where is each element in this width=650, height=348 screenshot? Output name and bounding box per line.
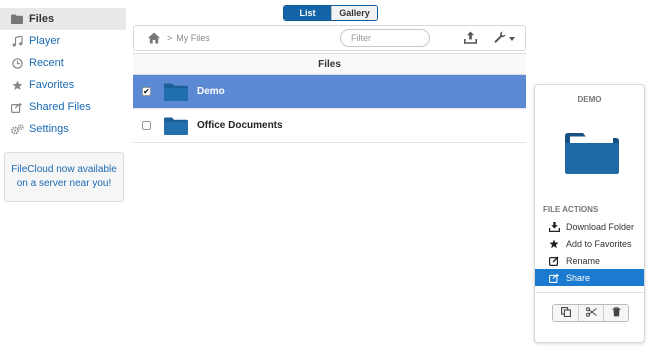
home-icon[interactable] [148,32,160,44]
toolbar: > My Files [133,25,526,51]
sidebar-item-label: Settings [29,123,69,135]
sidebar-item-settings[interactable]: Settings [0,118,126,140]
chevron-down-icon [509,32,515,44]
add-to-favorites-action[interactable]: Add to Favorites [535,235,644,252]
sidebar-item-recent[interactable]: Recent [0,52,126,74]
folder-icon [164,83,188,101]
share-icon [10,101,24,113]
sidebar-item-shared-files[interactable]: Shared Files [0,96,126,118]
star-icon [549,238,560,249]
table-row[interactable]: ✔ Demo [133,75,526,109]
cut-button[interactable] [578,305,603,321]
folder-icon [164,117,188,135]
clock-icon [10,57,24,69]
gallery-view-button[interactable]: Gallery [331,6,377,20]
breadcrumb-current[interactable]: My Files [176,33,210,43]
copy-icon [560,306,571,320]
promo-box[interactable]: FileCloud now available on a server near… [4,152,124,202]
sidebar-item-label: Recent [29,57,64,69]
trash-icon [612,306,621,320]
filter-input[interactable] [340,29,430,47]
details-panel: DEMO FILE ACTIONS Download Folder Add to… [534,84,645,343]
action-label: Share [566,272,591,283]
table-row[interactable]: Office Documents [133,109,526,143]
delete-button[interactable] [603,305,628,321]
files-table: Files ✔ Demo Office Documents [133,53,526,143]
scissors-icon [585,306,597,320]
files-header[interactable]: Files [133,53,526,75]
sidebar-item-player[interactable]: Player [0,30,126,52]
file-name: Demo [197,86,225,97]
list-view-button[interactable]: List [284,6,331,20]
download-icon [549,221,560,232]
download-folder-action[interactable]: Download Folder [535,218,644,235]
action-label: Add to Favorites [566,238,632,249]
file-actions-heading: FILE ACTIONS [543,205,599,214]
copy-button[interactable] [553,305,578,321]
file-actions-list: Download Folder Add to Favorites Rename … [535,218,644,286]
breadcrumb-separator: > [167,33,173,43]
promo-text: FileCloud now available on a server near… [11,164,117,189]
music-icon [10,35,24,47]
row-checkbox[interactable] [142,121,151,130]
sidebar-item-files[interactable]: Files [0,8,126,30]
row-checkbox[interactable]: ✔ [142,87,151,96]
share-icon [549,273,560,283]
sidebar-item-label: Player [29,35,61,47]
sidebar-item-label: Shared Files [29,101,91,113]
rename-action[interactable]: Rename [535,252,644,269]
edit-icon [549,256,560,266]
large-folder-icon [565,132,619,174]
panel-title: DEMO [577,95,602,104]
breadcrumb: > My Files [167,33,210,43]
upload-icon[interactable] [464,31,478,45]
sidebar-item-label: Files [29,13,55,25]
clipboard-button-group [552,304,629,322]
action-label: Download Folder [566,221,635,232]
folder-icon [10,13,24,25]
tools-menu-button[interactable] [494,31,516,45]
sidebar-item-label: Favorites [29,79,75,91]
gears-icon [10,123,24,135]
view-toggle: List Gallery [283,5,378,21]
wrench-icon [494,31,506,46]
star-icon [10,79,24,91]
panel-divider [535,292,644,293]
file-name: Office Documents [197,120,283,131]
action-label: Rename [566,255,601,266]
sidebar: Files Player Recent Favorites Shared Fil… [0,8,126,140]
share-action[interactable]: Share [535,269,644,286]
sidebar-item-favorites[interactable]: Favorites [0,74,126,96]
